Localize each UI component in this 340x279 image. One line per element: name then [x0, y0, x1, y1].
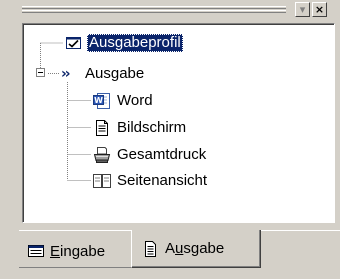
double-chevron-icon: ›› [61, 66, 71, 82]
output-document-icon [142, 240, 160, 257]
tab-eingabe[interactable]: Eingabe [19, 236, 131, 266]
tree-node-bildschirm[interactable]: Bildschirm [93, 118, 188, 138]
output-tree[interactable]: Ausgabeprofil ›› Ausgabe W Word Bildschi… [22, 23, 335, 223]
tree-node-seitenansicht[interactable]: Seitenansicht [93, 171, 209, 191]
input-form-icon [27, 243, 45, 259]
tree-node-label: Word [117, 92, 153, 109]
tab-ausgabe[interactable]: Ausgabe [131, 230, 261, 268]
tree-node-gesamtdruck[interactable]: Gesamtdruck [93, 145, 208, 165]
tab-strip-edge [261, 230, 340, 231]
page-preview-icon [93, 172, 111, 190]
printer-icon [93, 146, 111, 164]
word-document-icon: W [93, 92, 111, 110]
tree-node-ausgabeprofil[interactable]: Ausgabeprofil [65, 33, 183, 53]
tree-node-label: Ausgabe [85, 65, 145, 82]
tab-strip-edge [19, 267, 131, 268]
tree-node-word[interactable]: W Word [93, 91, 155, 111]
tab-label: Ausgabe [165, 240, 225, 257]
tree-node-label: Bildschirm [117, 119, 187, 136]
close-icon: × [314, 3, 325, 16]
collapse-toggle[interactable] [36, 68, 45, 77]
tab-label: Eingabe [50, 242, 106, 260]
checkbox-window-icon [65, 34, 83, 52]
document-page-icon [93, 119, 111, 137]
tree-node-label: Ausgabeprofil [87, 34, 183, 52]
tree-node-label: Seitenansicht [117, 172, 208, 189]
tab-strip-edge [19, 230, 131, 231]
tree-node-label: Gesamtdruck [117, 146, 207, 163]
panel-title-bar[interactable]: ▾ × [0, 0, 340, 20]
drag-grip[interactable] [22, 6, 286, 15]
dropdown-button[interactable]: ▾ [295, 2, 310, 17]
svg-text:W: W [94, 96, 103, 105]
chevron-down-icon: ▾ [299, 3, 306, 16]
tree-node-ausgabe[interactable]: ›› Ausgabe [61, 64, 146, 84]
close-button[interactable]: × [312, 2, 327, 17]
